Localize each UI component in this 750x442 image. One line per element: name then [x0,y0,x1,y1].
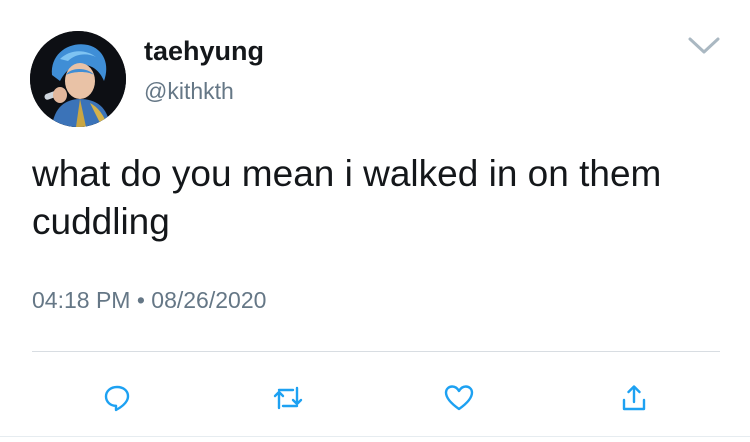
chevron-down-icon[interactable] [686,34,722,58]
avatar-image [30,31,126,127]
retweet-button[interactable] [268,378,308,418]
divider [32,351,720,352]
tweet-card: taehyung @kithkth what do you mean i wal… [0,0,750,442]
tweet-date: 08/26/2020 [151,287,267,313]
reply-icon [104,385,130,412]
share-icon [622,385,646,411]
timestamp[interactable]: 04:18 PM • 08/26/2020 [32,287,266,314]
heart-icon [444,385,474,411]
reply-button[interactable] [97,378,137,418]
avatar[interactable] [30,31,126,127]
share-button[interactable] [614,378,654,418]
display-name[interactable]: taehyung [144,36,264,67]
user-handle[interactable]: @kithkth [144,78,234,105]
tweet-time: 04:18 PM [32,287,131,313]
bottom-border [0,436,750,437]
tweet-text: what do you mean i walked in on them cud… [32,153,662,242]
retweet-icon [273,386,303,410]
timestamp-separator: • [136,287,145,313]
like-button[interactable] [439,378,479,418]
